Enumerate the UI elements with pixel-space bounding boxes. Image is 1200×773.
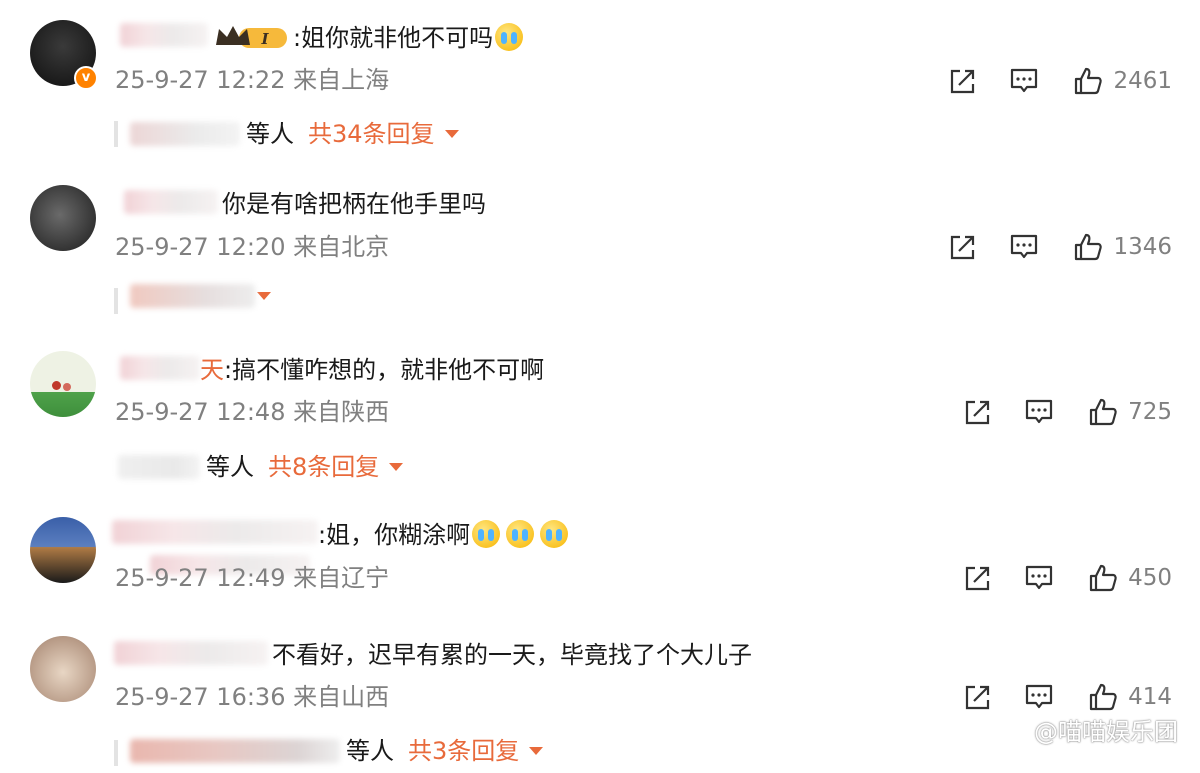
comment-icon[interactable]	[1009, 66, 1039, 96]
reply-count-link[interactable]: 共8条回复	[268, 451, 379, 483]
comment-meta: 25-9-27 12:48 来自陕西	[115, 398, 390, 426]
avatar[interactable]	[30, 636, 96, 702]
reply-divider	[114, 288, 118, 314]
username-blurred[interactable]	[120, 356, 200, 380]
reply-divider	[114, 740, 118, 766]
comment-text: :姐你就非他不可吗	[293, 22, 524, 54]
pray-face-emoji-icon	[495, 23, 524, 51]
like-icon[interactable]	[1073, 66, 1103, 96]
share-icon[interactable]	[948, 232, 978, 262]
comment-meta: 25-9-27 12:20 来自北京	[115, 233, 390, 261]
reply-summary[interactable]	[130, 284, 271, 308]
like-icon[interactable]	[1088, 563, 1118, 593]
like-count[interactable]: 414	[1128, 684, 1172, 710]
share-icon[interactable]	[948, 66, 978, 96]
chevron-down-icon[interactable]	[529, 747, 544, 755]
chevron-down-icon[interactable]	[444, 130, 459, 138]
reply-count-link[interactable]: 共34条回复	[308, 118, 435, 150]
comment-meta: 25-9-27 12:49 来自辽宁	[115, 564, 390, 592]
username-blurred[interactable]	[124, 190, 218, 214]
reply-count-link[interactable]: 共3条回复	[408, 735, 519, 767]
like-count[interactable]: 1346	[1113, 234, 1172, 260]
username-blurred[interactable]	[120, 23, 208, 47]
vip-crown-icon: I	[216, 26, 287, 48]
avatar[interactable]	[30, 351, 96, 417]
comment-meta: 25-9-27 12:22 来自上海	[115, 66, 390, 94]
share-icon[interactable]	[963, 397, 993, 427]
comment-actions: 1346	[948, 232, 1172, 262]
like-icon[interactable]	[1073, 232, 1103, 262]
comment-actions: 2461	[948, 66, 1172, 96]
comment-icon[interactable]	[1024, 397, 1054, 427]
share-icon[interactable]	[963, 682, 993, 712]
like-icon[interactable]	[1088, 397, 1118, 427]
avatar[interactable]	[30, 185, 96, 251]
share-icon[interactable]	[963, 563, 993, 593]
comment-actions: 725	[963, 397, 1172, 427]
comment-meta: 25-9-27 16:36 来自山西	[115, 683, 390, 711]
comment-icon[interactable]	[1009, 232, 1039, 262]
like-count[interactable]: 725	[1128, 399, 1172, 425]
username-visible[interactable]: 天	[200, 356, 224, 384]
comment-icon[interactable]	[1024, 563, 1054, 593]
username-blurred[interactable]	[112, 520, 318, 544]
comment-text: 不看好，迟早有累的一天，毕竟找了个大儿子	[272, 641, 752, 669]
comment-actions: 450	[963, 563, 1172, 593]
username-blurred[interactable]	[114, 641, 268, 665]
crying-face-emoji-icon	[540, 520, 569, 548]
crying-face-emoji-icon	[506, 520, 535, 548]
chevron-down-icon[interactable]	[389, 463, 404, 471]
like-count[interactable]: 2461	[1113, 68, 1172, 94]
reply-summary[interactable]: 等人 共3条回复	[130, 735, 544, 767]
like-count[interactable]: 450	[1128, 565, 1172, 591]
like-icon[interactable]	[1088, 682, 1118, 712]
svg-text:I: I	[260, 30, 269, 48]
comment-text: :姐，你糊涂啊	[318, 519, 569, 551]
reply-divider	[114, 121, 118, 147]
comment-text: 你是有啥把柄在他手里吗	[222, 190, 486, 218]
comment-text: 天:搞不懂咋想的，就非他不可啊	[200, 356, 545, 384]
reply-summary[interactable]: 等人 共8条回复	[118, 451, 404, 483]
chevron-down-icon[interactable]	[257, 292, 271, 300]
reply-summary[interactable]: 等人 共34条回复	[130, 118, 459, 150]
verified-badge-icon: v	[74, 66, 98, 90]
crying-face-emoji-icon	[472, 520, 501, 548]
avatar[interactable]	[30, 517, 96, 583]
comment-actions: 414	[963, 682, 1172, 712]
watermark: @喵喵娱乐团	[1034, 718, 1178, 746]
comment-icon[interactable]	[1024, 682, 1054, 712]
